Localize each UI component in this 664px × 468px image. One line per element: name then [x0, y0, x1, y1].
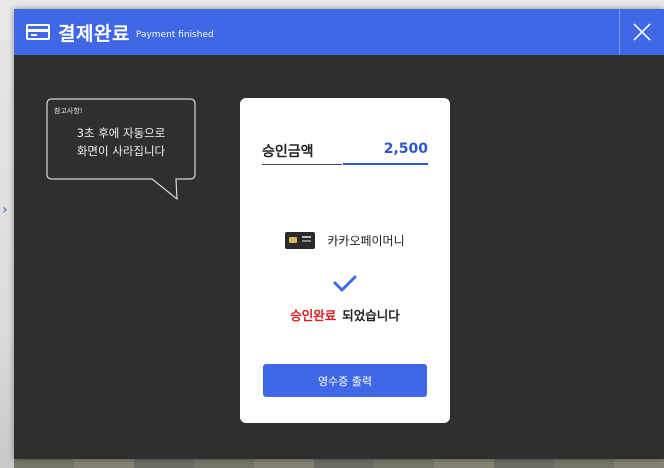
notice-bubble: 참고사항! 3초 후에 자동으로 화면이 사라집니다	[46, 98, 196, 201]
notice-label: 참고사항!	[54, 107, 83, 115]
approved-amount-value: 2,500	[383, 141, 428, 157]
amount-underline	[262, 164, 342, 165]
notice-text-line2: 화면이 사라집니다	[76, 144, 166, 158]
approval-status: 승인완료 되었습니다	[240, 305, 450, 324]
payment-method-row: 카카오페이머니	[240, 232, 450, 249]
background-arrow-icon: ›	[2, 202, 8, 218]
dialog-title: 결제완료	[58, 22, 130, 45]
credit-card-icon	[26, 24, 50, 40]
screen: › 결제완료 Payment finished 참고사항! 3초 후에 자동으로…	[0, 0, 664, 468]
close-icon	[633, 23, 651, 41]
check-icon	[333, 275, 357, 292]
payment-complete-dialog: 결제완료 Payment finished 참고사항! 3초 후에 자동으로 화…	[14, 9, 664, 459]
approval-status-text: 되었습니다	[342, 308, 400, 323]
payment-card-icon	[285, 232, 316, 249]
amount-value-underline	[343, 163, 428, 165]
approval-status-highlight: 승인완료	[290, 308, 337, 323]
dialog-subtitle: Payment finished	[135, 29, 214, 40]
notice-text-line1: 3초 후에 자동으로	[76, 126, 166, 140]
approved-amount-label: 승인금액	[262, 144, 314, 160]
payment-method-name: 카카오페이머니	[327, 234, 405, 248]
close-button[interactable]	[619, 9, 664, 55]
payment-result-card: 승인금액 2,500 카카오페이머니 승인완료 되었습니다 영수증 출력	[240, 98, 450, 423]
dialog-titlebar: 결제완료 Payment finished	[14, 9, 664, 55]
print-receipt-button[interactable]: 영수증 출력	[263, 364, 427, 397]
